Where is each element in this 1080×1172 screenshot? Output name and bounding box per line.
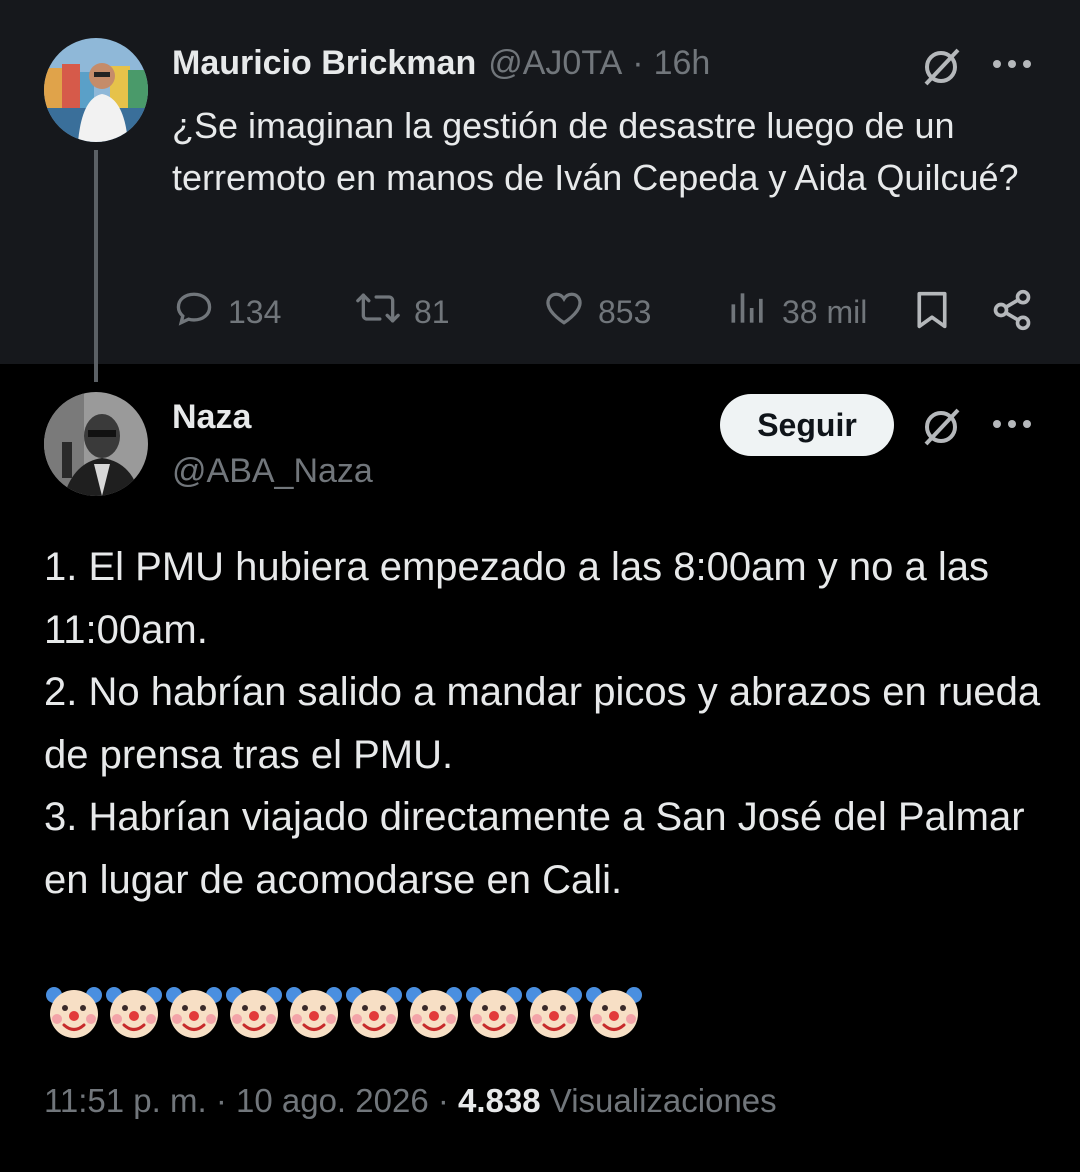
grok-icon[interactable] [920, 44, 964, 93]
like-count: 853 [598, 293, 652, 330]
grok-icon[interactable] [920, 404, 964, 453]
parent-author-handle[interactable]: @AJ0TA [488, 44, 622, 83]
repost-button[interactable]: 81 [354, 286, 450, 338]
clown-face-emoji [584, 982, 644, 1042]
views-button[interactable]: 38 mil [726, 286, 867, 338]
avatar-naza[interactable] [44, 392, 148, 496]
clown-face-emoji [464, 982, 524, 1042]
tweet-views-count: 4.838 [458, 1082, 541, 1119]
clown-face-emoji [104, 982, 164, 1042]
reply-count: 134 [228, 293, 282, 330]
tweet-meta: 11:51 p. m. · 10 ago. 2026 · 4.838 Visua… [44, 1082, 777, 1120]
clown-face-emoji [44, 982, 104, 1042]
tweet-text: 1. El PMU hubiera empezado a las 8:00am … [44, 536, 1044, 911]
share-icon[interactable] [990, 288, 1034, 337]
repost-icon [354, 286, 414, 338]
tweet-line-3: 3. Habrían viajado directamente a San Jo… [44, 795, 1025, 902]
reply-icon [172, 286, 228, 338]
views-icon [726, 286, 782, 338]
clown-face-emoji [524, 982, 584, 1042]
meta-separator: · [215, 1082, 227, 1119]
bookmark-icon[interactable] [912, 288, 952, 337]
parent-author-name[interactable]: Mauricio Brickman [172, 44, 476, 83]
clown-face-emoji [224, 982, 284, 1042]
parent-tweet[interactable]: Mauricio Brickman @AJ0TA · 16h ¿Se imagi… [0, 0, 1080, 364]
clown-face-emoji [284, 982, 344, 1042]
author-name[interactable]: Naza [172, 398, 251, 437]
more-icon[interactable] [990, 54, 1034, 79]
parent-action-bar: 134 81 853 38 mil [172, 286, 1042, 336]
parent-tweet-text: ¿Se imaginan la gestión de desastre lueg… [172, 105, 1019, 198]
thread-connector-line [94, 150, 98, 382]
parent-time[interactable]: 16h [654, 44, 711, 83]
tweet-views-label: Visualizaciones [549, 1082, 777, 1119]
clown-face-emoji [404, 982, 464, 1042]
tweet-timestamp[interactable]: 11:51 p. m. [44, 1082, 207, 1119]
reply-button[interactable]: 134 [172, 286, 281, 338]
tweet-line-2: 2. No habrían salido a mandar picos y ab… [44, 670, 1041, 777]
author-handle[interactable]: @ABA_Naza [172, 452, 373, 491]
meta-separator: · [437, 1082, 449, 1119]
tweet-line-1: 1. El PMU hubiera empezado a las 8:00am … [44, 545, 989, 652]
clown-face-emoji [164, 982, 224, 1042]
like-icon [542, 286, 598, 338]
avatar-mauricio[interactable] [44, 38, 148, 142]
views-count: 38 mil [782, 293, 868, 330]
repost-count: 81 [414, 293, 450, 330]
emoji-row [44, 982, 644, 1042]
like-button[interactable]: 853 [542, 286, 651, 338]
follow-button[interactable]: Seguir [720, 394, 894, 456]
tweet-date[interactable]: 10 ago. 2026 [236, 1082, 429, 1119]
more-icon[interactable] [990, 414, 1034, 439]
clown-face-emoji [344, 982, 404, 1042]
parent-separator: · [632, 44, 644, 82]
